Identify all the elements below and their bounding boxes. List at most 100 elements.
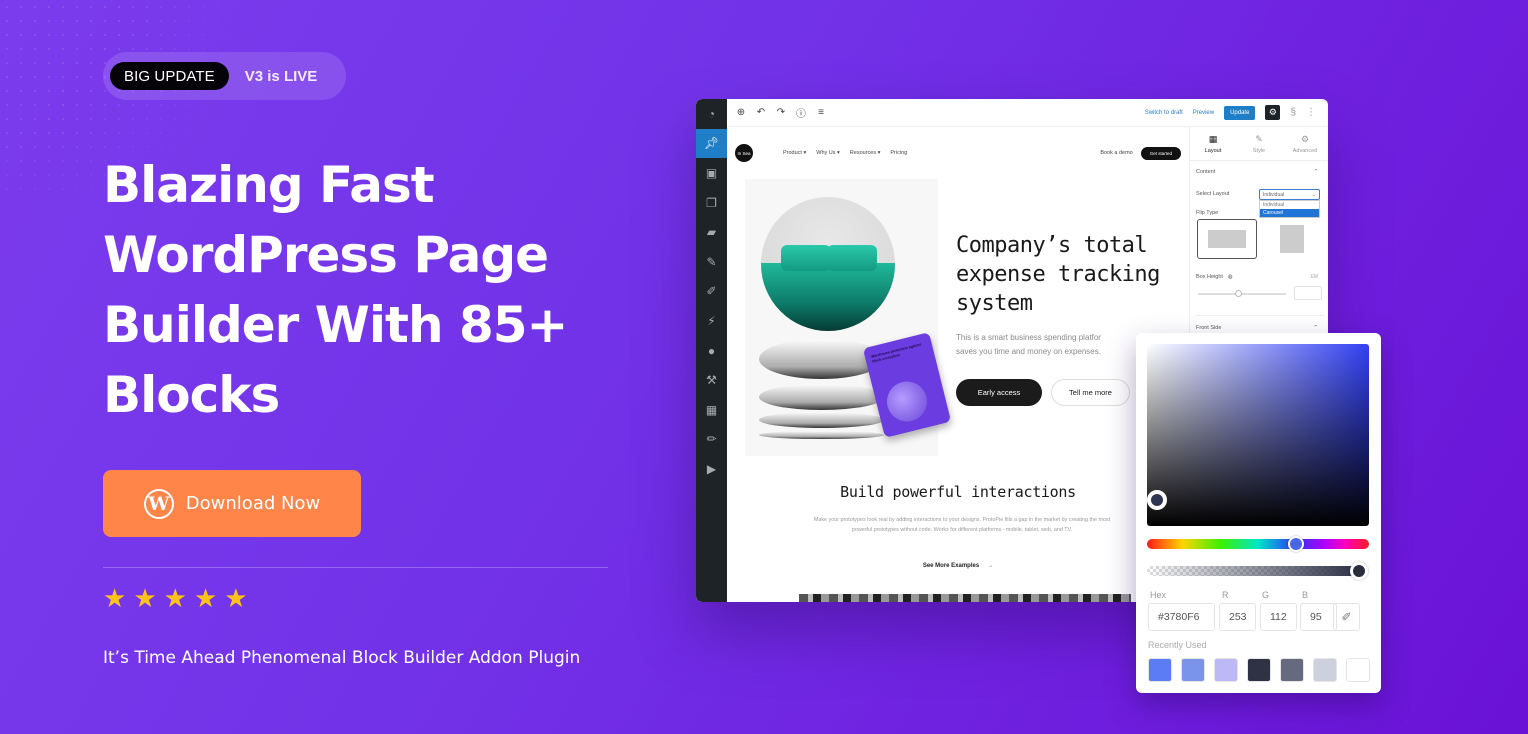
nav-item-resources[interactable]: Resources ▾: [850, 150, 881, 156]
box-height-slider-handle[interactable]: [1235, 290, 1242, 297]
list-view-icon[interactable]: ≡: [815, 107, 827, 118]
image-strip: [799, 594, 1131, 602]
color-picker: Hex R G B #3780F6 253 112 95 ✐ Recently …: [1136, 333, 1381, 693]
brush-icon[interactable]: ✐: [696, 277, 727, 307]
pencil-icon: ✎: [1255, 133, 1263, 144]
page-canvas: In Sea Product ▾ Why Us ▾ Resources ▾ Pr…: [727, 127, 1189, 602]
color-swatch[interactable]: [1346, 658, 1370, 682]
comments-icon[interactable]: ▰: [696, 217, 727, 247]
color-swatch[interactable]: [1181, 658, 1205, 682]
pages-icon[interactable]: ❐: [696, 188, 727, 218]
nav-item-product[interactable]: Product ▾: [783, 150, 806, 156]
users-icon[interactable]: ●: [696, 336, 727, 366]
star-icon: ★: [163, 583, 187, 613]
plugin-icon[interactable]: §: [1290, 107, 1296, 118]
media-icon[interactable]: ▣: [696, 158, 727, 188]
redo-icon[interactable]: ↷: [775, 107, 787, 118]
box-height-slider[interactable]: [1198, 293, 1286, 295]
star-icon: ★: [133, 583, 157, 613]
recent-swatches: [1148, 658, 1370, 682]
settings-gear-icon[interactable]: ⚙: [1265, 105, 1281, 120]
device-icon[interactable]: ◍: [1228, 274, 1233, 280]
color-swatch[interactable]: [1280, 658, 1304, 682]
plugins-icon[interactable]: ⚡: [696, 306, 727, 336]
get-started-button[interactable]: Get started: [1140, 146, 1181, 160]
flip-type-option-horizontal[interactable]: [1197, 219, 1257, 259]
undo-icon[interactable]: ↶: [755, 107, 767, 118]
big-update-tag: BIG UPDATE: [110, 62, 229, 90]
version-live-text: V3 is LIVE: [244, 67, 318, 85]
settings-icon[interactable]: ▦: [696, 395, 727, 425]
flip-type-option-vertical[interactable]: [1262, 219, 1322, 259]
tab-label: Style: [1252, 147, 1266, 154]
gear-icon: ⚙: [1300, 133, 1310, 144]
book-demo-link[interactable]: Book a demo: [1100, 150, 1132, 156]
see-more-examples-link[interactable]: See More Examples →: [727, 563, 1189, 569]
r-input[interactable]: 253: [1219, 603, 1256, 631]
play-icon[interactable]: ▶: [696, 454, 727, 484]
content-section-header[interactable]: Content ⌃: [1196, 169, 1318, 175]
nav-item-why-us[interactable]: Why Us ▾: [816, 150, 840, 156]
divider: [103, 567, 608, 568]
pin-icon[interactable]: ✎: [696, 247, 727, 277]
preview-link[interactable]: Preview: [1193, 110, 1214, 116]
layout-icon: ▦: [1208, 133, 1218, 144]
pencil-icon[interactable]: ✏: [696, 425, 727, 455]
hero-headline: Blazing Fast WordPress Page Builder With…: [103, 156, 568, 424]
hue-slider[interactable]: [1147, 539, 1369, 549]
more-options-icon[interactable]: ⋮: [1306, 107, 1316, 118]
tell-me-more-button[interactable]: Tell me more: [1051, 379, 1130, 406]
b-label: B: [1302, 590, 1309, 600]
box-height-input[interactable]: [1294, 286, 1322, 300]
update-button[interactable]: Update: [1224, 105, 1256, 120]
flip-type-label: Flip Type: [1196, 210, 1318, 216]
g-input[interactable]: 112: [1260, 603, 1297, 631]
recently-used-label: Recently Used: [1148, 640, 1207, 650]
tab-style[interactable]: ✎ Style: [1236, 127, 1282, 160]
arrow-right-icon: →: [987, 563, 994, 569]
star-icon: ★: [103, 583, 127, 613]
hex-input[interactable]: #3780F6: [1148, 603, 1215, 631]
site-nav: In Sea Product ▾ Why Us ▾ Resources ▾ Pr…: [735, 143, 1181, 163]
star-icon: ★: [193, 583, 218, 613]
star-icon: ★: [224, 583, 248, 613]
unit-label[interactable]: EM: [1311, 274, 1319, 280]
option-individual[interactable]: Individual: [1260, 201, 1319, 209]
color-swatch[interactable]: [1247, 658, 1271, 682]
early-access-button[interactable]: Early access: [956, 379, 1042, 406]
eyedropper-icon[interactable]: ✐: [1333, 603, 1360, 631]
dashboard-icon[interactable]: ◔: [696, 99, 727, 129]
pin-icon[interactable]: 📌︎: [696, 128, 727, 159]
divider: [1196, 315, 1324, 316]
nav-item-pricing[interactable]: Pricing: [890, 150, 907, 156]
add-icon[interactable]: ⊕: [735, 107, 747, 118]
color-swatch[interactable]: [1313, 658, 1337, 682]
info-icon[interactable]: ⓘ: [795, 105, 807, 120]
tagline: It’s Time Ahead Phenomenal Block Builder…: [103, 648, 581, 668]
alpha-slider-handle[interactable]: [1350, 562, 1368, 580]
saturation-value-handle[interactable]: [1147, 490, 1167, 510]
hero-title: Company’s total expense tracking system: [956, 233, 1160, 316]
chevron-up-icon: ⌃: [1313, 325, 1318, 331]
tab-layout[interactable]: ▦ Layout: [1190, 127, 1236, 160]
tab-label: Advanced: [1292, 147, 1318, 154]
front-side-section-header[interactable]: Front Side ⌃: [1196, 325, 1318, 331]
alpha-slider[interactable]: [1147, 566, 1357, 576]
saturation-value-area[interactable]: [1147, 344, 1369, 526]
b-input[interactable]: 95: [1300, 603, 1337, 631]
download-now-button[interactable]: W Download Now: [103, 470, 361, 537]
select-layout-dropdown[interactable]: Individual ⌄: [1259, 189, 1320, 200]
hue-slider-handle[interactable]: [1288, 536, 1304, 552]
label-text: Select Layout: [1196, 191, 1230, 197]
tools-icon[interactable]: ⚒: [696, 365, 727, 395]
color-swatch[interactable]: [1148, 658, 1172, 682]
hero-illustration: Warehouse protection against block corru…: [745, 179, 952, 456]
editor-toolbar: ⊕ ↶ ↷ ⓘ ≡ Switch to draft Preview Update…: [727, 99, 1328, 127]
select-value: Individual: [1263, 191, 1285, 198]
wordpress-icon: W: [143, 488, 174, 519]
site-logo[interactable]: In Sea: [735, 144, 753, 162]
color-swatch[interactable]: [1214, 658, 1238, 682]
tab-advanced[interactable]: ⚙ Advanced: [1282, 127, 1328, 160]
switch-to-draft-link[interactable]: Switch to draft: [1145, 110, 1183, 116]
hex-label: Hex: [1150, 590, 1167, 600]
